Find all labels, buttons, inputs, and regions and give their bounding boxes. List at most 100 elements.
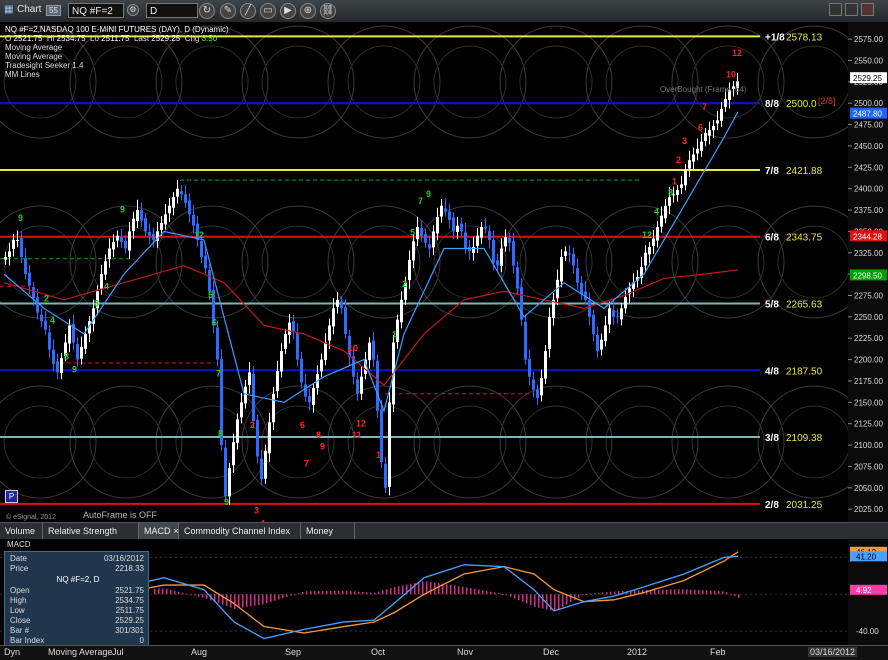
candle-body xyxy=(708,130,711,136)
chart-icon: ▦ xyxy=(4,4,14,15)
info-row-low: Low 2511.75 xyxy=(10,606,144,615)
link-icon[interactable]: ⛓ xyxy=(320,3,336,19)
symbol-options-icon[interactable]: ⚙ xyxy=(127,4,139,16)
macd-histogram-bar xyxy=(502,593,504,595)
minimize-button[interactable] xyxy=(829,3,842,16)
macd-histogram-bar xyxy=(250,594,252,607)
candle-body xyxy=(288,322,291,335)
macd-histogram-bar xyxy=(530,594,532,606)
macd-histogram-bar xyxy=(446,584,448,595)
price-tick-label: 2550.00 xyxy=(854,56,883,65)
macd-histogram-bar xyxy=(538,594,540,608)
close-tab-icon[interactable]: × xyxy=(174,526,179,536)
macd-histogram-bar xyxy=(314,591,316,595)
candle-body xyxy=(724,98,727,107)
legend-study-1[interactable]: Moving Average xyxy=(5,43,229,52)
macd-histogram-bar xyxy=(274,594,276,601)
macd-histogram-bar xyxy=(462,586,464,595)
candle-body xyxy=(576,268,579,283)
refresh-icon[interactable]: ↻ xyxy=(199,3,215,19)
candle-body xyxy=(592,314,595,334)
interval-input[interactable]: D xyxy=(146,3,198,18)
macd-histogram-bar xyxy=(726,592,728,595)
play-icon[interactable]: ▶ xyxy=(280,3,296,19)
seeker-count: 4 xyxy=(104,282,109,292)
candle-body xyxy=(184,194,187,203)
macd-histogram-bar xyxy=(338,590,340,595)
price-chart[interactable]: +1/8 2578.13 8/8 2500.0 7/8 2421.88 6/8 2343.75… xyxy=(0,22,888,522)
macd-histogram-bar xyxy=(358,591,360,595)
price-tag-label: 2298.50 xyxy=(853,271,882,280)
draw-icon[interactable]: ✎ xyxy=(220,3,236,19)
info-row-high: High 2534.75 xyxy=(10,596,144,605)
candle-body xyxy=(240,402,243,418)
macd-histogram-bar xyxy=(202,594,204,598)
legend-ohlc: O 2521.75 Hi 2534.75 Lo 2511.75 Last 252… xyxy=(5,34,218,43)
p-button[interactable]: P xyxy=(5,490,18,503)
candle-body xyxy=(604,325,607,342)
candle-body xyxy=(664,205,667,219)
macd-histogram-bar xyxy=(590,593,592,595)
seeker-count: 3 xyxy=(94,299,99,309)
macd-histogram-bar xyxy=(466,587,468,595)
candle-body xyxy=(180,191,183,195)
macd-histogram-bar xyxy=(634,590,636,595)
tab-macd[interactable]: MACD × xyxy=(139,523,179,539)
cursor-info-panel[interactable]: MACD Date 03/16/2012 Price 2218.33 NQ #F=2… xyxy=(4,540,149,647)
candle-body xyxy=(140,210,143,221)
x-label-nov: Nov xyxy=(457,647,474,657)
candle-body xyxy=(36,297,39,313)
candle-body xyxy=(252,373,255,421)
macd-histogram-bar xyxy=(710,590,712,595)
symbol-input[interactable]: NQ #F=2 xyxy=(68,3,124,18)
x-label-oct: Oct xyxy=(371,647,386,657)
murrey-value-label: 2187.50 xyxy=(786,366,823,377)
candle-body xyxy=(68,325,71,344)
window-tile-icon[interactable]: ▭ xyxy=(260,3,276,19)
tab-cci[interactable]: Commodity Channel Index (CCI) xyxy=(179,523,301,552)
macd-histogram-bar xyxy=(394,586,396,595)
close-button[interactable] xyxy=(861,3,874,16)
macd-histogram-bar xyxy=(714,590,716,595)
line-tool-icon[interactable]: ╱ xyxy=(240,3,256,19)
macd-histogram-bar xyxy=(450,584,452,595)
legend-study-4[interactable]: MM Lines xyxy=(5,70,229,79)
candle-body xyxy=(420,228,423,236)
seeker-count: 2 xyxy=(402,279,407,289)
candle-body xyxy=(376,360,379,411)
time-axis[interactable]: Dyn Moving Average Jul Aug Sep Oct Nov D… xyxy=(0,645,888,660)
x-label-aug: Aug xyxy=(191,647,208,657)
tab-volume[interactable]: Volume xyxy=(0,523,43,539)
candle-body xyxy=(332,308,335,327)
macd-histogram-bar xyxy=(518,594,520,601)
macd-histogram-bar xyxy=(390,588,392,595)
x-axis-date: 03/16/2012 xyxy=(808,647,858,657)
candle-body xyxy=(188,200,191,215)
macd-histogram-bar xyxy=(362,591,364,595)
candle-body xyxy=(260,458,263,480)
macd-histogram-bar xyxy=(522,594,524,602)
legend-study-3[interactable]: Tradesight Seeker 1.4 xyxy=(5,61,229,70)
autoframe-label: AutoFrame is OFF xyxy=(83,510,158,520)
seeker-count: 5 xyxy=(410,228,415,238)
tab-money-flow[interactable]: Money Flow xyxy=(301,523,355,552)
candle-body xyxy=(424,234,427,243)
maximize-button[interactable] xyxy=(845,3,858,16)
price-tick-label: 2025.00 xyxy=(854,505,883,514)
macd-histogram-bar xyxy=(474,588,476,595)
murrey-value-label: 2031.25 xyxy=(786,500,823,511)
legend-study-2[interactable]: Moving Average xyxy=(5,52,229,61)
legend-title: NQ #F=2,NASDAQ 100 E-MINI FUTURES (DAY),… xyxy=(5,25,229,34)
tab-rsi[interactable]: Relative Strength Index xyxy=(43,523,139,552)
price-tick-label: 2400.00 xyxy=(854,185,883,194)
cursor-icon[interactable]: ⊕ xyxy=(300,3,316,19)
macd-histogram-bar xyxy=(206,594,208,599)
candle-body xyxy=(432,231,435,248)
murrey-value-label: 2109.38 xyxy=(786,433,823,444)
candle-body xyxy=(720,108,723,121)
seeker-count: 1 xyxy=(672,176,677,186)
macd-histogram-bar xyxy=(246,594,248,607)
macd-histogram-bar xyxy=(234,594,236,610)
candle-body xyxy=(712,125,715,131)
macd-histogram-bar xyxy=(602,592,604,595)
